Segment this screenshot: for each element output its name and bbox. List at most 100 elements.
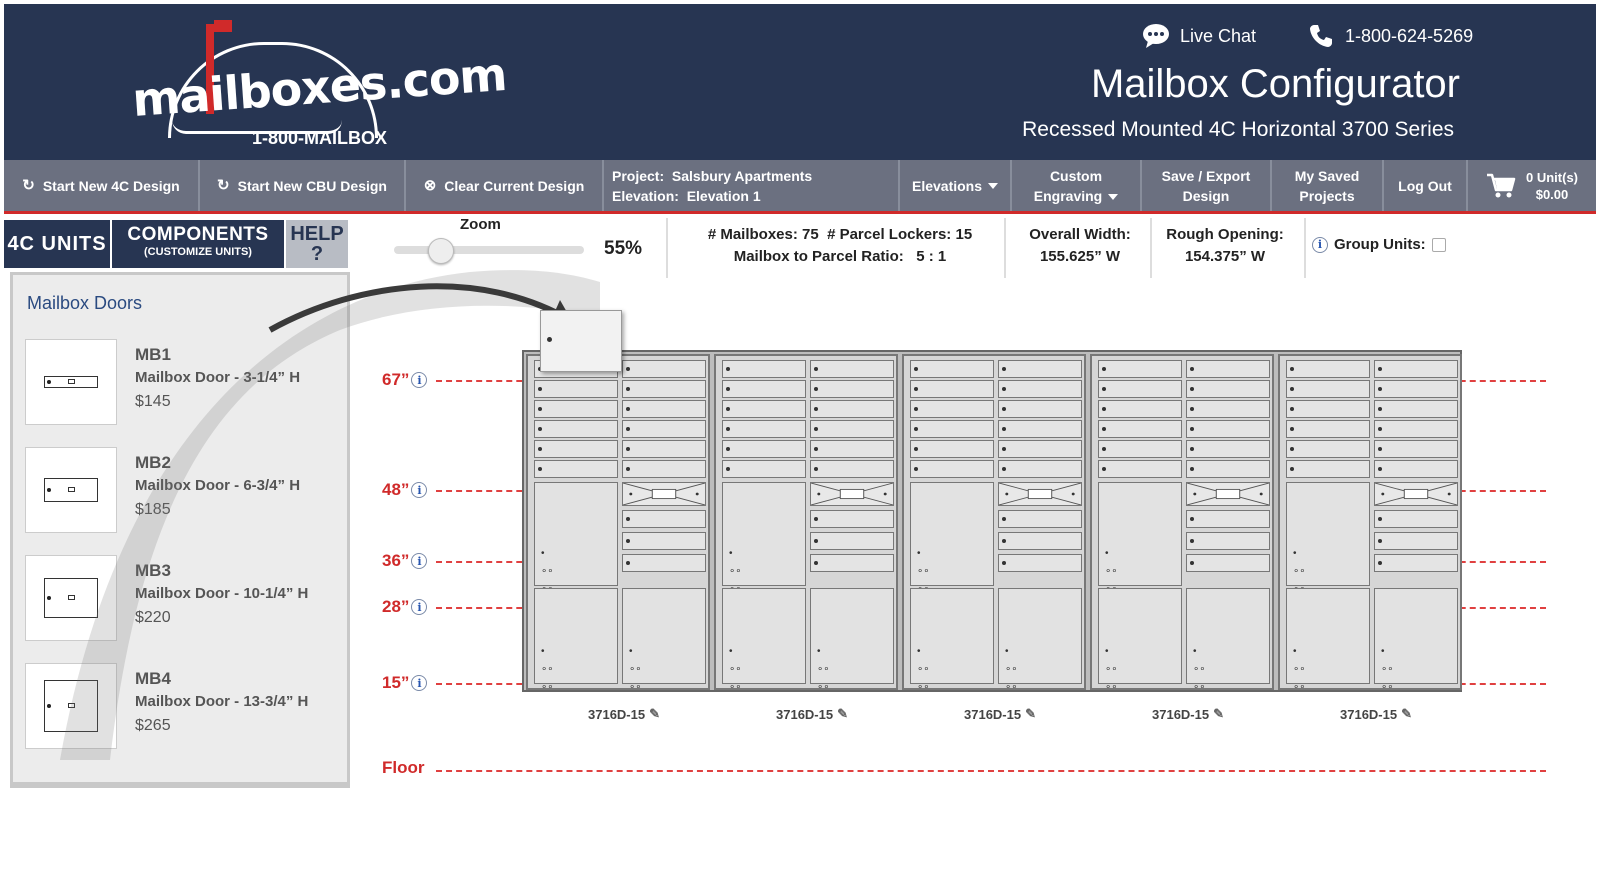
mailbox-door[interactable] — [622, 400, 706, 418]
mailbox-door[interactable] — [910, 360, 994, 378]
mailbox-door[interactable] — [810, 420, 894, 438]
unit-model-label[interactable]: 3716D-15 ✎ — [588, 706, 660, 722]
mailbox-door[interactable] — [1098, 400, 1182, 418]
log-out-button[interactable]: Log Out — [1384, 160, 1468, 211]
mailbox-door[interactable] — [1186, 420, 1270, 438]
parcel-locker-door[interactable] — [1286, 482, 1370, 586]
mailbox-door[interactable] — [810, 532, 894, 550]
cart-button[interactable]: 0 Unit(s) $0.00 — [1468, 160, 1596, 211]
door-item-mb2[interactable]: MB2 Mailbox Door - 6-3/4” H $185 — [25, 447, 345, 537]
mailbox-door[interactable] — [622, 360, 706, 378]
mailbox-door[interactable] — [1286, 460, 1370, 478]
mailbox-door[interactable] — [1186, 532, 1270, 550]
parcel-locker-door[interactable] — [622, 588, 706, 684]
mailbox-unit[interactable] — [1278, 354, 1462, 690]
parcel-locker-door[interactable] — [1186, 588, 1270, 684]
parcel-locker-door[interactable] — [910, 588, 994, 684]
mailbox-door[interactable] — [1186, 380, 1270, 398]
mailbox-unit[interactable] — [902, 354, 1086, 690]
unit-model-label[interactable]: 3716D-15 ✎ — [1152, 706, 1224, 722]
live-chat-link[interactable]: Live Chat — [1142, 22, 1256, 50]
outgoing-mail-slot[interactable] — [622, 482, 706, 506]
mailbox-door[interactable] — [722, 420, 806, 438]
outgoing-mail-slot[interactable] — [998, 482, 1082, 506]
mailbox-door[interactable] — [998, 360, 1082, 378]
mailbox-door[interactable] — [1286, 440, 1370, 458]
phone-link[interactable]: 1-800-624-5269 — [1307, 22, 1473, 50]
mailbox-door[interactable] — [1374, 460, 1458, 478]
mailbox-door[interactable] — [1374, 440, 1458, 458]
mailbox-door[interactable] — [534, 400, 618, 418]
info-icon[interactable]: i — [411, 372, 428, 388]
mailbox-door[interactable] — [1098, 420, 1182, 438]
mailbox-door[interactable] — [998, 420, 1082, 438]
mailbox-door[interactable] — [622, 380, 706, 398]
mailbox-door[interactable] — [910, 400, 994, 418]
parcel-locker-door[interactable] — [810, 588, 894, 684]
parcel-locker-door[interactable] — [534, 482, 618, 586]
mailbox-door[interactable] — [998, 460, 1082, 478]
mailbox-door[interactable] — [1286, 380, 1370, 398]
zoom-slider-handle[interactable] — [428, 238, 454, 264]
mailbox-door[interactable] — [998, 510, 1082, 528]
mailbox-door[interactable] — [722, 360, 806, 378]
info-icon[interactable]: i — [411, 553, 428, 569]
mailbox-door[interactable] — [1374, 400, 1458, 418]
info-icon[interactable]: i — [411, 482, 428, 498]
parcel-locker-door[interactable] — [722, 588, 806, 684]
mailbox-door[interactable] — [810, 360, 894, 378]
mailbox-door[interactable] — [1098, 360, 1182, 378]
zoom-slider-track[interactable] — [394, 246, 584, 254]
info-icon[interactable]: i — [411, 599, 428, 615]
unit-model-label[interactable]: 3716D-15 ✎ — [964, 706, 1036, 722]
door-item-mb3[interactable]: MB3 Mailbox Door - 10-1/4” H $220 — [25, 555, 345, 645]
mailbox-door[interactable] — [534, 420, 618, 438]
tab-help[interactable]: HELP ? — [286, 220, 348, 268]
mailbox-unit[interactable] — [526, 354, 710, 690]
mailbox-door[interactable] — [1374, 554, 1458, 572]
door-item-mb4[interactable]: MB4 Mailbox Door - 13-3/4” H $265 — [25, 663, 345, 753]
mailbox-door[interactable] — [1186, 360, 1270, 378]
parcel-locker-door[interactable] — [998, 588, 1082, 684]
mailbox-door[interactable] — [722, 460, 806, 478]
info-icon[interactable]: i — [411, 675, 428, 691]
mailbox-door[interactable] — [810, 554, 894, 572]
mailbox-door[interactable] — [622, 420, 706, 438]
mailbox-door[interactable] — [998, 532, 1082, 550]
mailbox-door[interactable] — [534, 460, 618, 478]
mailbox-door[interactable] — [1186, 510, 1270, 528]
dragged-mailbox-door[interactable] — [540, 310, 622, 372]
my-saved-projects-button[interactable]: My Saved Projects — [1272, 160, 1384, 211]
mailbox-door[interactable] — [1286, 360, 1370, 378]
parcel-locker-door[interactable] — [1286, 588, 1370, 684]
mailbox-door[interactable] — [622, 440, 706, 458]
start-new-cbu-design-button[interactable]: ↻ Start New CBU Design — [200, 160, 406, 211]
mailbox-door[interactable] — [1098, 380, 1182, 398]
edit-icon[interactable]: ✎ — [1025, 706, 1036, 722]
mailbox-door[interactable] — [1374, 420, 1458, 438]
parcel-locker-door[interactable] — [1374, 588, 1458, 684]
mailbox-door[interactable] — [810, 510, 894, 528]
outgoing-mail-slot[interactable] — [1374, 482, 1458, 506]
mailbox-door[interactable] — [534, 380, 618, 398]
tab-4c-units[interactable]: 4C UNITS — [4, 220, 110, 268]
mailbox-door[interactable] — [998, 554, 1082, 572]
mailbox-unit[interactable] — [714, 354, 898, 690]
mailbox-door[interactable] — [998, 380, 1082, 398]
clear-current-design-button[interactable]: ⊗ Clear Current Design — [406, 160, 604, 211]
unit-model-label[interactable]: 3716D-15 ✎ — [776, 706, 848, 722]
mailbox-door[interactable] — [1098, 460, 1182, 478]
group-units-checkbox[interactable] — [1431, 237, 1446, 252]
door-item-mb1[interactable]: MB1 Mailbox Door - 3-1/4” H $145 — [25, 339, 345, 429]
mailbox-door[interactable] — [622, 554, 706, 572]
elevations-dropdown[interactable]: Elevations — [900, 160, 1012, 211]
mailbox-door[interactable] — [722, 380, 806, 398]
mailbox-door[interactable] — [1374, 380, 1458, 398]
mailbox-door[interactable] — [810, 400, 894, 418]
mailbox-door[interactable] — [910, 380, 994, 398]
edit-icon[interactable]: ✎ — [649, 706, 660, 722]
mailboxes-logo[interactable]: mailboxes.com 1-800-MAILBOX — [131, 16, 508, 152]
parcel-locker-door[interactable] — [722, 482, 806, 586]
save-export-design-button[interactable]: Save / Export Design — [1142, 160, 1272, 211]
edit-icon[interactable]: ✎ — [1213, 706, 1224, 722]
